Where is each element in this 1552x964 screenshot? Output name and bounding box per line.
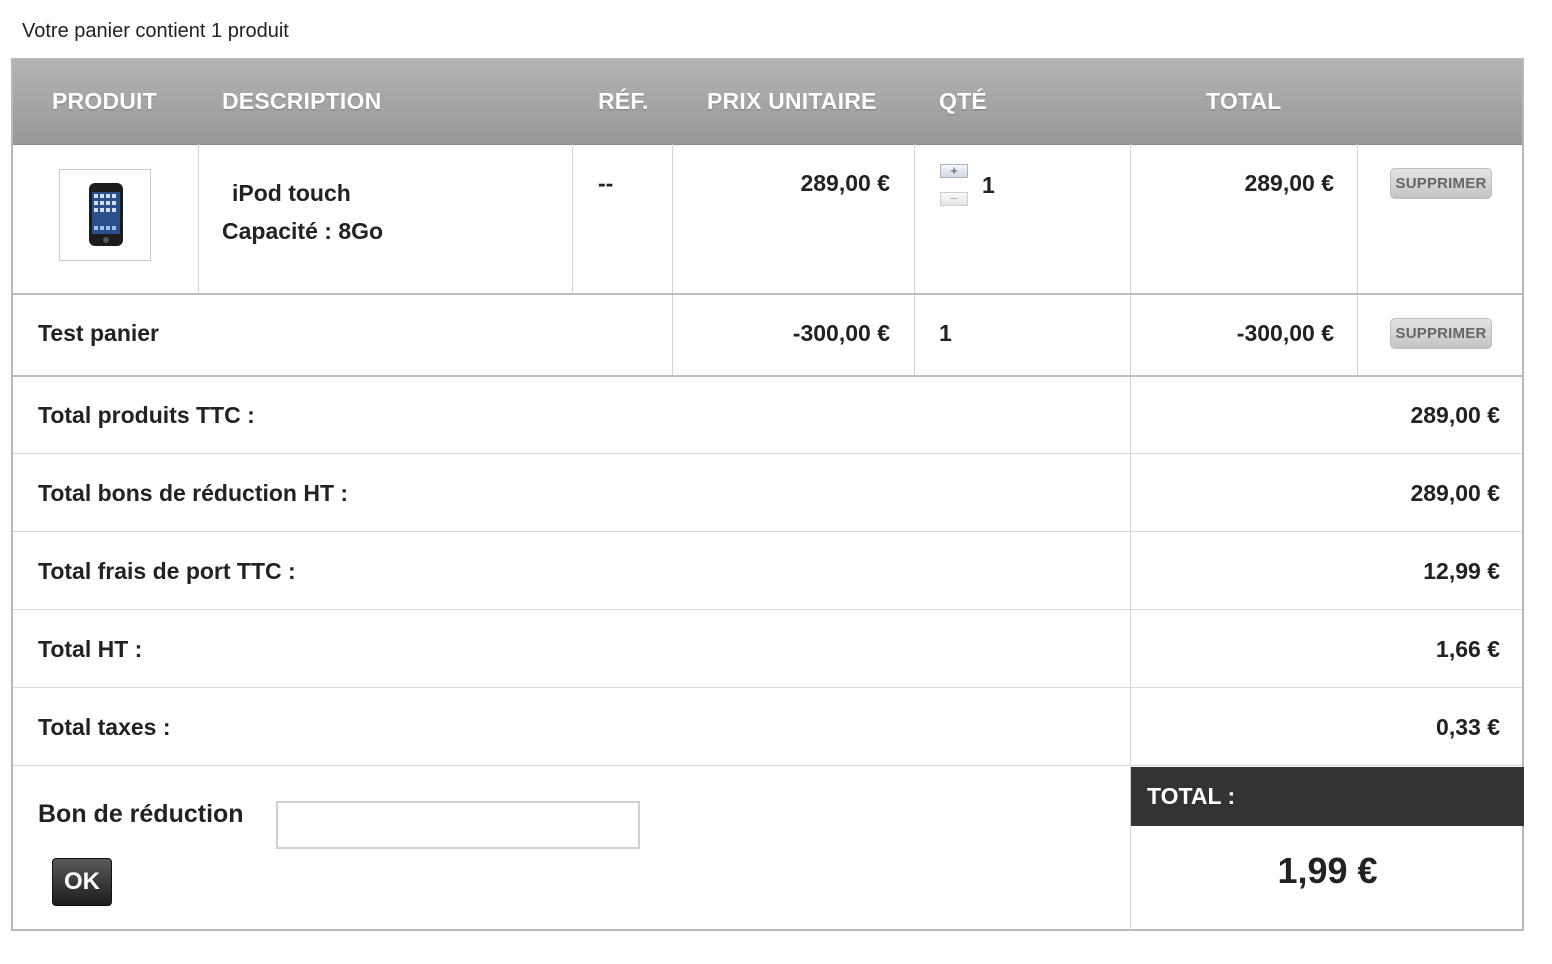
total-shipping-value: 12,99 € bbox=[1423, 558, 1500, 584]
total-ht-value: 1,66 € bbox=[1436, 636, 1500, 662]
coupon-label: Bon de réduction bbox=[38, 800, 244, 828]
discount-name: Test panier bbox=[38, 320, 159, 346]
col-header-qty: QTÉ bbox=[939, 88, 987, 114]
row-separator bbox=[13, 765, 1522, 766]
qty-decrease-button[interactable]: − bbox=[940, 192, 968, 206]
row-separator bbox=[13, 531, 1522, 532]
col-header-unit-price: PRIX UNITAIRE bbox=[707, 88, 877, 114]
total-products-label: Total produits TTC : bbox=[38, 402, 255, 428]
grand-total-label: TOTAL : bbox=[1147, 783, 1236, 809]
col-header-product: PRODUIT bbox=[52, 88, 157, 114]
row-separator bbox=[13, 293, 1522, 295]
total-products-value: 289,00 € bbox=[1410, 402, 1500, 428]
cart-header: PRODUIT DESCRIPTION RÉF. PRIX UNITAIRE Q… bbox=[13, 60, 1522, 145]
product-name[interactable]: iPod touch bbox=[232, 180, 351, 207]
discount-qty: 1 bbox=[939, 320, 952, 346]
product-unit-price: 289,00 € bbox=[800, 170, 890, 196]
product-option: Capacité : 8Go bbox=[222, 218, 384, 244]
total-discounts-label: Total bons de réduction HT : bbox=[38, 480, 349, 506]
row-separator bbox=[13, 453, 1522, 454]
delete-product-button[interactable]: SUPPRIMER bbox=[1390, 168, 1492, 199]
divider bbox=[1357, 144, 1358, 376]
ipod-image bbox=[89, 183, 123, 246]
product-thumbnail[interactable] bbox=[59, 169, 151, 261]
row-separator bbox=[13, 609, 1522, 610]
delete-discount-button[interactable]: SUPPRIMER bbox=[1390, 318, 1492, 349]
total-taxes-label: Total taxes : bbox=[38, 714, 171, 740]
grand-total-value: 1,99 € bbox=[1277, 850, 1378, 891]
total-ht-label: Total HT : bbox=[38, 636, 143, 662]
cart-table: PRODUIT DESCRIPTION RÉF. PRIX UNITAIRE Q… bbox=[11, 58, 1524, 931]
divider bbox=[198, 144, 199, 294]
grand-total-header: TOTAL : bbox=[1131, 767, 1524, 826]
col-header-description: DESCRIPTION bbox=[222, 88, 382, 114]
total-taxes-value: 0,33 € bbox=[1436, 714, 1500, 740]
qty-increase-button[interactable]: + bbox=[940, 164, 968, 178]
row-separator bbox=[13, 375, 1522, 377]
total-discounts-value: 289,00 € bbox=[1410, 480, 1500, 506]
coupon-input[interactable] bbox=[276, 801, 640, 849]
row-separator bbox=[13, 687, 1522, 688]
product-total: 289,00 € bbox=[1244, 170, 1334, 196]
divider bbox=[914, 144, 915, 376]
col-header-total: TOTAL bbox=[1206, 88, 1282, 114]
discount-unit-price: -300,00 € bbox=[792, 320, 890, 346]
discount-total: -300,00 € bbox=[1236, 320, 1334, 346]
cart-summary: Votre panier contient 1 produit bbox=[22, 20, 289, 42]
coupon-ok-button[interactable]: OK bbox=[52, 858, 112, 906]
product-qty: 1 bbox=[982, 172, 995, 198]
col-header-ref: RÉF. bbox=[598, 88, 649, 114]
product-ref: -- bbox=[598, 170, 614, 196]
divider bbox=[572, 144, 573, 294]
total-shipping-label: Total frais de port TTC : bbox=[38, 558, 296, 584]
